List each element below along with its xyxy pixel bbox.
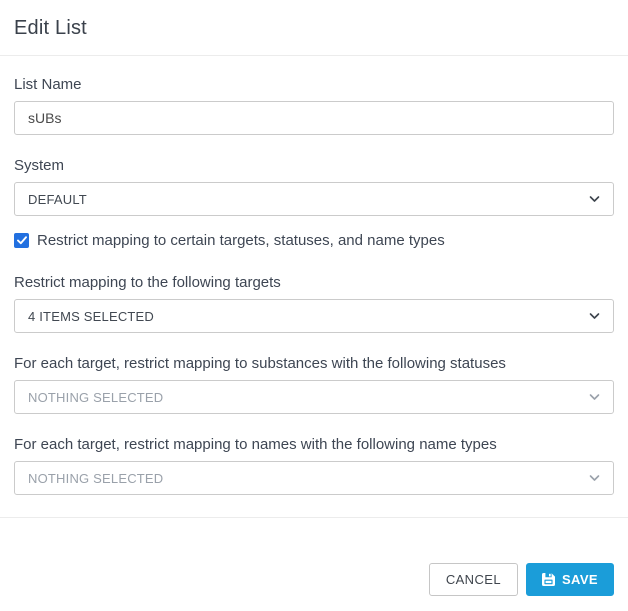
statuses-label: For each target, restrict mapping to sub… — [14, 355, 614, 372]
restrict-checkbox-label[interactable]: Restrict mapping to certain targets, sta… — [37, 232, 445, 249]
targets-label: Restrict mapping to the following target… — [14, 274, 614, 291]
system-select-value: DEFAULT — [28, 192, 87, 207]
list-name-input[interactable] — [14, 101, 614, 135]
statuses-group: For each target, restrict mapping to sub… — [14, 355, 614, 414]
name-types-label: For each target, restrict mapping to nam… — [14, 436, 614, 453]
name-types-group: For each target, restrict mapping to nam… — [14, 436, 614, 495]
targets-select-value: 4 ITEMS SELECTED — [28, 309, 154, 324]
system-label: System — [14, 157, 614, 174]
chevron-down-icon — [589, 393, 600, 401]
save-button-label: SAVE — [562, 572, 598, 587]
system-select[interactable]: DEFAULT — [14, 182, 614, 216]
modal-body: List Name System DEFAULT Restrict mappin… — [0, 56, 628, 517]
name-types-select: NOTHING SELECTED — [14, 461, 614, 495]
modal-footer: CANCEL SAVE — [0, 517, 628, 611]
chevron-down-icon — [589, 195, 600, 203]
list-name-group: List Name — [14, 76, 614, 135]
statuses-select-value: NOTHING SELECTED — [28, 390, 163, 405]
chevron-down-icon — [589, 312, 600, 320]
save-button[interactable]: SAVE — [526, 563, 614, 596]
targets-select[interactable]: 4 ITEMS SELECTED — [14, 299, 614, 333]
name-types-select-value: NOTHING SELECTED — [28, 471, 163, 486]
targets-group: Restrict mapping to the following target… — [14, 274, 614, 333]
list-name-label: List Name — [14, 76, 614, 93]
checkmark-icon — [17, 236, 27, 245]
floppy-disk-icon — [542, 573, 555, 586]
cancel-button[interactable]: CANCEL — [429, 563, 518, 596]
restrict-checkbox-row: Restrict mapping to certain targets, sta… — [14, 232, 614, 249]
page-title: Edit List — [14, 17, 614, 40]
restrict-checkbox[interactable] — [14, 233, 29, 248]
chevron-down-icon — [589, 474, 600, 482]
system-group: System DEFAULT — [14, 157, 614, 216]
statuses-select: NOTHING SELECTED — [14, 380, 614, 414]
edit-list-modal: Edit List List Name System DEFAULT Restr… — [0, 0, 628, 584]
modal-header: Edit List — [0, 0, 628, 56]
